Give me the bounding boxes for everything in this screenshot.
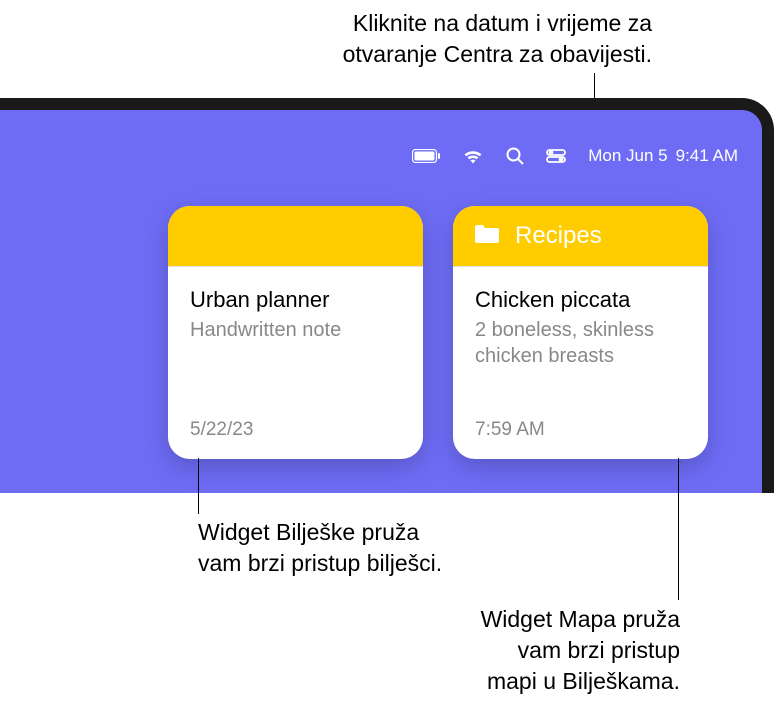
callout-text: Kliknite na datum i vrijeme za: [343, 8, 652, 39]
callout-folder-widget: Widget Mapa pruža vam brzi pristup mapi …: [481, 604, 680, 697]
menubar-time: 9:41 AM: [676, 146, 738, 166]
menubar-datetime[interactable]: Mon Jun 5 9:41 AM: [588, 146, 738, 166]
callout-text: otvaranje Centra za obavijesti.: [343, 39, 652, 70]
callout-text: vam brzi pristup bilješci.: [198, 548, 442, 579]
control-center-icon[interactable]: [546, 149, 566, 163]
widget-header: [168, 206, 423, 266]
wifi-icon[interactable]: [462, 148, 484, 164]
widget-body: Urban planner Handwritten note 5/22/23: [168, 266, 423, 459]
battery-icon[interactable]: [412, 149, 440, 163]
widgets-row: Urban planner Handwritten note 5/22/23 R…: [168, 206, 708, 459]
callout-text: mapi u Bilješkama.: [481, 666, 680, 697]
search-icon[interactable]: [506, 147, 524, 165]
callout-text: Widget Mapa pruža: [481, 604, 680, 635]
callout-text: vam brzi pristup: [481, 635, 680, 666]
folder-widget[interactable]: Recipes Chicken piccata 2 boneless, skin…: [453, 206, 708, 459]
callout-leader-line: [678, 458, 679, 600]
callout-leader-line: [198, 458, 199, 514]
note-time: 7:59 AM: [475, 419, 686, 441]
note-subtitle: 2 boneless, skinless chicken breasts: [475, 317, 686, 369]
folder-name: Recipes: [515, 222, 602, 250]
callout-datetime: Kliknite na datum i vrijeme za otvaranje…: [343, 8, 652, 70]
note-title: Chicken piccata: [475, 287, 686, 313]
callout-note-widget: Widget Bilješke pruža vam brzi pristup b…: [198, 517, 442, 579]
widget-body: Chicken piccata 2 boneless, skinless chi…: [453, 266, 708, 459]
menubar-date: Mon Jun 5: [588, 146, 667, 166]
note-date: 5/22/23: [190, 419, 401, 441]
note-title: Urban planner: [190, 287, 401, 313]
callout-text: Widget Bilješke pruža: [198, 517, 442, 548]
desktop-area: Mon Jun 5 9:41 AM Urban planner Handwrit…: [0, 98, 774, 493]
menubar: Mon Jun 5 9:41 AM: [412, 146, 738, 166]
widget-header: Recipes: [453, 206, 708, 266]
notes-widget[interactable]: Urban planner Handwritten note 5/22/23: [168, 206, 423, 459]
note-subtitle: Handwritten note: [190, 317, 401, 343]
folder-icon: [473, 223, 501, 250]
